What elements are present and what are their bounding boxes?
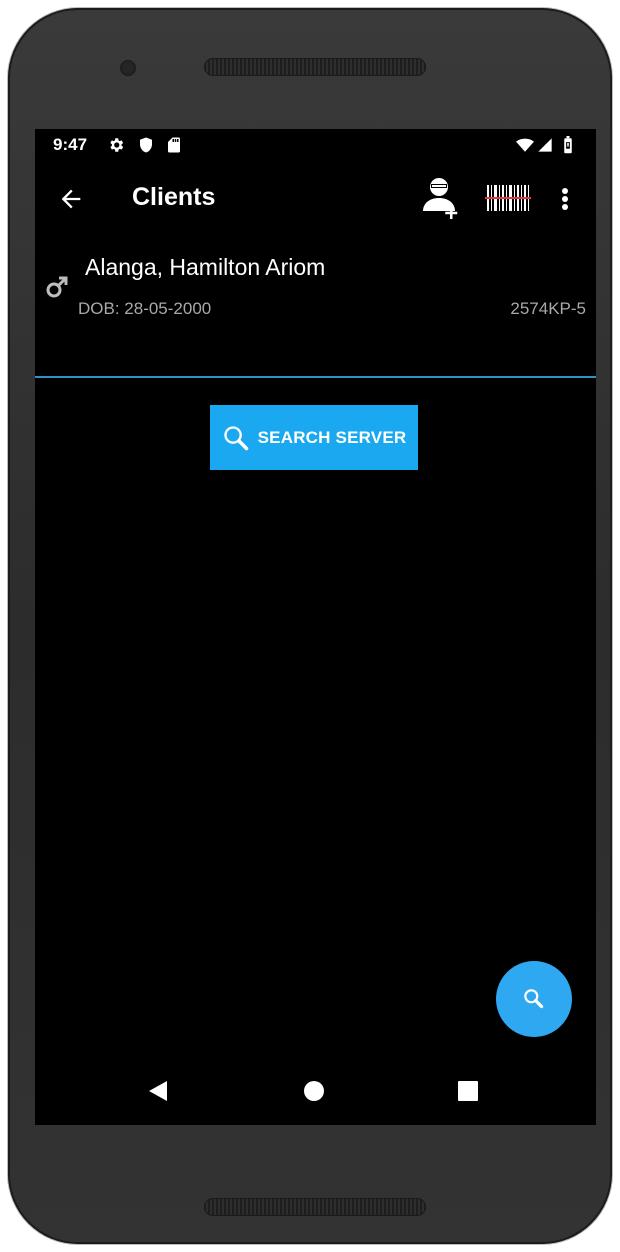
client-name: Alanga, Hamilton Ariom (85, 254, 326, 280)
status-bar: 9:47 (35, 129, 596, 161)
more-vert-icon[interactable] (553, 183, 577, 215)
search-fab[interactable] (496, 961, 572, 1037)
bottom-speaker (204, 1198, 426, 1216)
app-bar: Clients (35, 161, 596, 241)
top-speaker (204, 58, 426, 76)
back-arrow-icon[interactable] (57, 185, 85, 213)
add-client-icon[interactable] (421, 175, 461, 221)
gear-icon (110, 138, 124, 152)
wifi-icon (516, 138, 534, 152)
signal-icon (538, 138, 552, 152)
client-id: 2574KP-5 (510, 299, 586, 318)
search-server-button[interactable]: SEARCH SERVER (210, 405, 418, 470)
client-dob: DOB: 28-05-2000 (78, 299, 212, 318)
sd-card-icon (168, 137, 180, 153)
search-server-label: SEARCH SERVER (257, 427, 407, 447)
nav-recents-icon[interactable] (457, 1080, 479, 1102)
nav-back-icon[interactable] (147, 1079, 169, 1103)
screen: 9:47 Clients Alanga, Hamilton Ariom DOB:… (35, 129, 596, 1125)
page-title: Clients (132, 183, 216, 211)
status-time: 9:47 (53, 135, 88, 154)
nav-bar (35, 1059, 596, 1125)
male-icon (46, 276, 68, 298)
barcode-scan-icon[interactable] (485, 183, 531, 213)
nav-home-icon[interactable] (303, 1080, 325, 1102)
search-icon (524, 989, 544, 1009)
list-item[interactable]: Alanga, Hamilton Ariom DOB: 28-05-2000 2… (35, 241, 596, 341)
search-icon (223, 425, 248, 450)
front-camera (120, 60, 136, 76)
list-divider (35, 376, 596, 378)
battery-icon (564, 136, 572, 154)
shield-icon (140, 137, 152, 153)
